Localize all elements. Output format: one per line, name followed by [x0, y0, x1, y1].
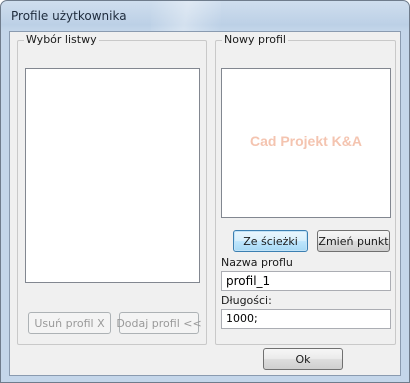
title-bar[interactable]: Profile użytkownika — [1, 1, 409, 31]
profile-selection-group: Wybór listwy Usuń profil X Dodaj profil … — [17, 33, 207, 345]
add-profile-button[interactable]: Dodaj profil << — [116, 312, 202, 334]
title-bar-glare — [151, 1, 221, 31]
new-profile-caption: Nowy profil — [222, 33, 288, 47]
profile-selection-caption: Wybór listwy — [24, 33, 99, 47]
ok-button[interactable]: Ok — [263, 348, 343, 370]
dialog-window: Profile użytkownika Wybór listwy Usuń pr… — [0, 0, 410, 383]
profile-name-field[interactable]: profil_1 — [221, 271, 391, 291]
from-path-button[interactable]: Ze ścieżki — [233, 230, 308, 252]
length-field[interactable]: 1000; — [221, 309, 391, 329]
length-label: Długości: — [221, 294, 272, 307]
profile-listbox[interactable] — [25, 68, 200, 283]
preview-watermark: Cad Projekt K&A — [249, 133, 363, 149]
profile-name-label: Nazwa proflu — [221, 256, 293, 269]
dialog-client-area: Wybór listwy Usuń profil X Dodaj profil … — [9, 31, 401, 376]
remove-profile-button[interactable]: Usuń profil X — [28, 312, 111, 334]
window-title: Profile użytkownika — [11, 9, 127, 23]
change-point-button[interactable]: Zmień punkt — [317, 230, 390, 252]
new-profile-group: Nowy profil Cad Projekt K&A Ze ścieżki Z… — [215, 33, 396, 345]
profile-preview: Cad Projekt K&A — [221, 68, 391, 218]
